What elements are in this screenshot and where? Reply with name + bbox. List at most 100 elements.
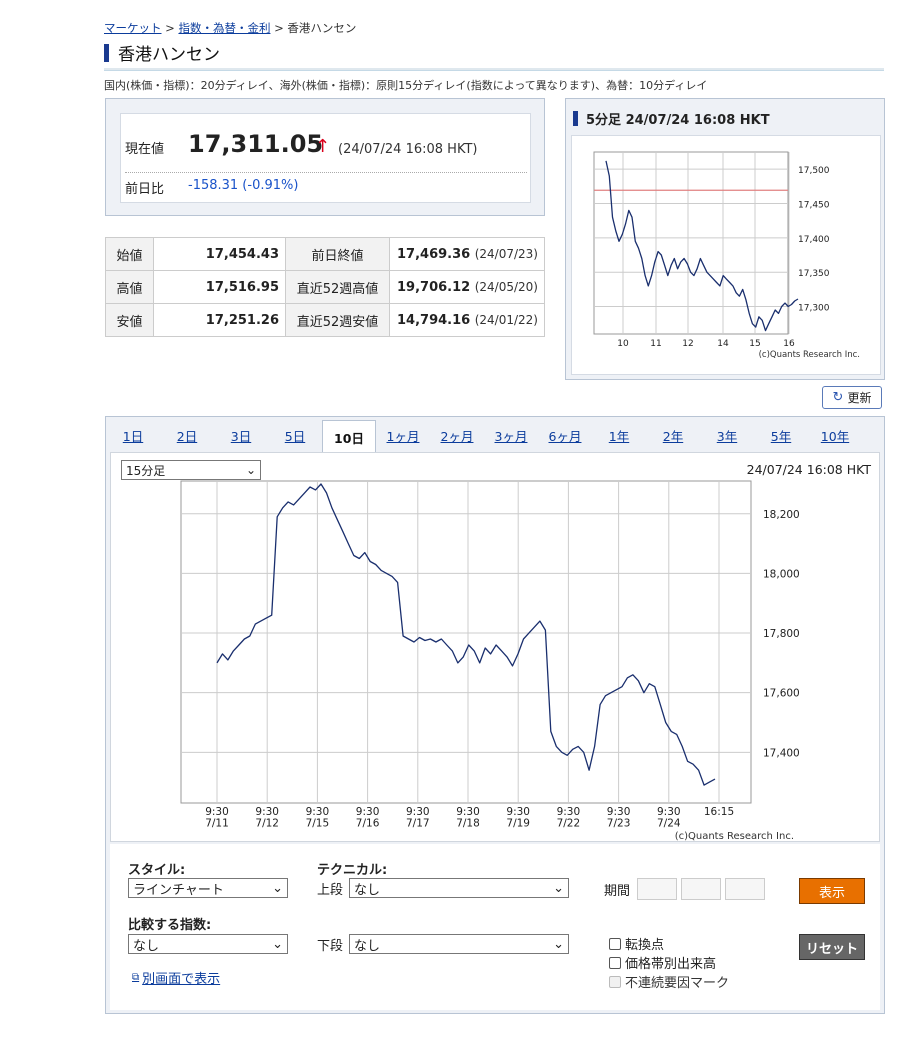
period-input-2[interactable]	[681, 878, 721, 900]
reset-button[interactable]: リセット	[799, 934, 865, 960]
tab-period[interactable]: 10日	[322, 420, 376, 453]
x-tick-label: 10	[617, 339, 629, 349]
price-stats-table: 始値 17,454.43 前日終値 17,469.36 (24/07/23) 高…	[105, 237, 545, 337]
stat-label: 安値	[105, 303, 154, 337]
table-row: 高値 17,516.95 直近52週高値 19,706.12 (24/05/20…	[105, 270, 545, 304]
divider	[125, 172, 527, 173]
y-tick-label: 17,600	[763, 688, 800, 700]
discontinuity-checkbox[interactable]: 不連続要因マーク	[609, 972, 729, 991]
current-price-time: (24/07/24 16:08 HKT)	[338, 142, 478, 157]
stat-value: 17,454.43	[153, 237, 286, 271]
period-input-3[interactable]	[725, 878, 765, 900]
delay-note: 国内(株価・指標)：20分ディレイ、海外(株価・指標)：原則15分ディレイ(指数…	[104, 79, 708, 92]
show-button[interactable]: 表示	[799, 878, 865, 904]
y-tick-label: 17,300	[798, 304, 830, 314]
tab-period[interactable]: 3年	[700, 420, 754, 451]
x-tick-label: 9:30	[356, 806, 380, 818]
stat-value-cell: 17,469.36 (24/07/23)	[389, 237, 545, 271]
current-price-label: 現在値	[125, 142, 165, 157]
breadcrumb-link-market[interactable]: マーケット	[104, 21, 162, 35]
chart-credit: (c)Quants Research Inc.	[675, 831, 794, 841]
chevron-down-icon: ⌄	[272, 880, 283, 896]
tab-period[interactable]: 2日	[160, 420, 214, 451]
new-window-icon: ⧉	[132, 972, 140, 983]
style-label: スタイル:	[128, 863, 186, 878]
turning-point-checkbox[interactable]: 転換点	[609, 934, 664, 953]
checkbox-label: 転換点	[625, 938, 665, 953]
y-tick-label: 17,500	[798, 166, 830, 176]
history-chart: 18,20018,00017,80017,60017,4009:307/119:…	[180, 480, 800, 841]
volume-profile-checkbox[interactable]: 価格帯別出来高	[609, 953, 716, 972]
lower-technical-value: なし	[354, 938, 381, 954]
y-tick-label: 18,200	[763, 509, 800, 521]
title-divider	[104, 68, 884, 71]
stat-value: 17,516.95	[153, 270, 286, 304]
x-tick-label: 7/15	[306, 818, 330, 830]
intraday-chart-header: 5分足 24/07/24 16:08 HKT	[573, 109, 770, 128]
x-tick-label: 7/12	[255, 818, 279, 830]
tab-period[interactable]: 1日	[106, 420, 160, 451]
intraday-chart-frame: 17,500 17,450 17,400 17,350 17,300 10 11 12 14 15…	[571, 135, 881, 375]
intraday-chart-title: 5分足 24/07/24 16:08 HKT	[586, 113, 770, 128]
lower-technical-select[interactable]: なし ⌄	[349, 934, 569, 954]
x-tick-label: 9:30	[657, 806, 681, 818]
title-marker	[573, 111, 578, 126]
x-tick-label: 14	[717, 339, 729, 349]
history-chart-frame: 15分足 ⌄ 24/07/24 16:08 HKT 18,200 18,000 17…	[110, 452, 880, 842]
checkbox-box	[609, 975, 621, 988]
x-tick-label: 16	[783, 339, 795, 349]
period-label: 期間	[604, 884, 631, 899]
y-tick-label: 17,800	[763, 628, 800, 640]
change-label: 前日比	[125, 182, 165, 197]
period-input-1[interactable]	[637, 878, 677, 900]
tab-period[interactable]: 1ヶ月	[376, 420, 430, 451]
stat-value: 17,469.36	[397, 246, 471, 262]
new-window-label: 別画面で表示	[142, 972, 221, 987]
breadcrumb: マーケット > 指数・為替・金利 > 香港ハンセン	[104, 20, 356, 36]
style-select[interactable]: ラインチャート ⌄	[128, 878, 288, 898]
current-price-card: 現在値 17,311.05 ↑ (24/07/24 16:08 HKT) 前日比…	[120, 113, 531, 203]
table-row: 安値 17,251.26 直近52週安値 14,794.16 (24/01/22…	[105, 303, 545, 337]
stat-date: (24/07/23)	[474, 246, 538, 261]
refresh-icon: ↻	[832, 390, 844, 405]
stat-label: 直近52週安値	[285, 303, 390, 337]
stat-value: 19,706.12	[397, 279, 471, 295]
style-value: ラインチャート	[133, 882, 224, 898]
breadcrumb-link-index[interactable]: 指数・為替・金利	[178, 21, 270, 35]
lower-label: 下段	[317, 939, 344, 954]
breadcrumb-current: 香港ハンセン	[287, 21, 357, 35]
x-tick-label: 7/23	[607, 818, 631, 830]
x-tick-label: 9:30	[255, 806, 279, 818]
up-arrow-icon: ↑	[315, 136, 331, 157]
y-tick-label: 17,400	[763, 747, 800, 759]
stat-value-cell: 19,706.12 (24/05/20)	[389, 270, 545, 304]
tab-period[interactable]: 6ヶ月	[538, 420, 592, 451]
tab-period[interactable]: 2ヶ月	[430, 420, 484, 451]
breadcrumb-separator: >	[165, 21, 175, 35]
stat-label: 直近52週高値	[285, 270, 390, 304]
intraday-chart-panel: 5分足 24/07/24 16:08 HKT 17,500 17,450 17,40…	[565, 98, 885, 380]
change-value: -158.31 (-0.91%)	[188, 178, 299, 193]
compare-label: 比較する指数:	[128, 918, 212, 933]
x-tick-label: 12	[682, 339, 693, 349]
compare-select[interactable]: なし ⌄	[128, 934, 288, 954]
checkbox-box	[609, 937, 621, 950]
current-price-value: 17,311.05	[188, 130, 324, 158]
stat-value: 14,794.16	[397, 312, 471, 328]
new-window-link[interactable]: ⧉ 別画面で表示	[132, 968, 220, 987]
tab-period[interactable]: 10年	[808, 420, 862, 451]
tab-period[interactable]: 3ヶ月	[484, 420, 538, 451]
x-tick-label: 9:30	[607, 806, 631, 818]
tab-period[interactable]: 5日	[268, 420, 322, 451]
tab-period[interactable]: 2年	[646, 420, 700, 451]
tab-period[interactable]: 5年	[754, 420, 808, 451]
x-tick-label: 15	[749, 339, 760, 349]
x-tick-label: 7/18	[456, 818, 480, 830]
stat-date: (24/05/20)	[474, 279, 538, 294]
upper-technical-value: なし	[354, 882, 381, 898]
compare-value: なし	[133, 938, 160, 954]
tab-period[interactable]: 1年	[592, 420, 646, 451]
refresh-button[interactable]: ↻ 更新	[822, 386, 882, 409]
upper-technical-select[interactable]: なし ⌄	[349, 878, 569, 898]
tab-period[interactable]: 3日	[214, 420, 268, 451]
